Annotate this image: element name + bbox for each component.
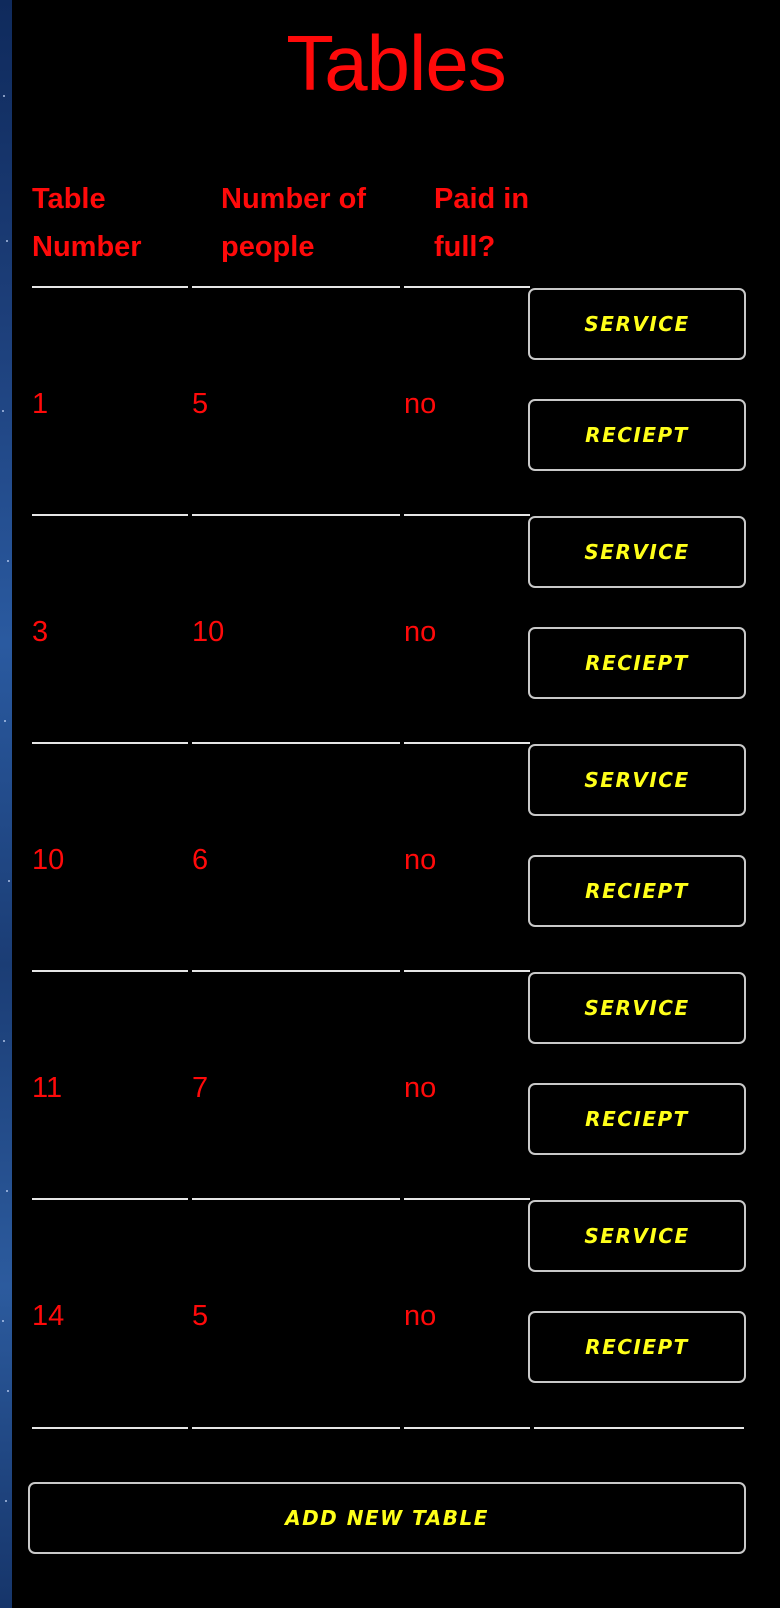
table-row: 3 10 no SERVICE RECIEPT (12, 516, 780, 744)
table-number-cell: 11 (32, 1072, 63, 1104)
tables-page: Tables Table Number Number of people Pai… (12, 0, 780, 1608)
service-button[interactable]: SERVICE (528, 288, 746, 360)
receipt-button[interactable]: RECIEPT (528, 399, 746, 471)
header-paid-in-full: Paid in full? (434, 183, 530, 263)
service-button[interactable]: SERVICE (528, 972, 746, 1044)
table-number-cell: 3 (32, 616, 49, 648)
row-divider (192, 1427, 400, 1429)
table-row: 14 5 no SERVICE RECIEPT (12, 1200, 780, 1428)
background-strip (0, 0, 12, 1608)
row-divider (404, 1427, 530, 1429)
people-count-cell: 7 (192, 1072, 209, 1104)
receipt-button[interactable]: RECIEPT (528, 1083, 746, 1155)
service-button[interactable]: SERVICE (528, 1200, 746, 1272)
table-row: 10 6 no SERVICE RECIEPT (12, 744, 780, 972)
page-title: Tables (286, 19, 506, 107)
add-new-table-button[interactable]: ADD NEW TABLE (28, 1482, 746, 1554)
table-row: 1 5 no SERVICE RECIEPT (12, 288, 780, 516)
service-button[interactable]: SERVICE (528, 744, 746, 816)
receipt-button[interactable]: RECIEPT (528, 627, 746, 699)
receipt-button[interactable]: RECIEPT (528, 1311, 746, 1383)
table-number-cell: 14 (32, 1300, 65, 1332)
paid-status-cell: no (404, 1072, 437, 1104)
people-count-cell: 5 (192, 388, 209, 420)
row-divider (32, 1427, 188, 1429)
paid-status-cell: no (404, 616, 437, 648)
receipt-button[interactable]: RECIEPT (528, 855, 746, 927)
paid-status-cell: no (404, 844, 437, 876)
paid-status-cell: no (404, 388, 437, 420)
row-divider (534, 1427, 744, 1429)
paid-status-cell: no (404, 1300, 437, 1332)
table-row: 11 7 no SERVICE RECIEPT (12, 972, 780, 1200)
header-table-number: Table Number (32, 183, 142, 263)
people-count-cell: 5 (192, 1300, 209, 1332)
table-number-cell: 10 (32, 844, 65, 876)
people-count-cell: 6 (192, 844, 209, 876)
service-button[interactable]: SERVICE (528, 516, 746, 588)
people-count-cell: 10 (192, 616, 225, 648)
table-number-cell: 1 (32, 388, 49, 420)
header-number-of-people: Number of people (221, 183, 366, 263)
